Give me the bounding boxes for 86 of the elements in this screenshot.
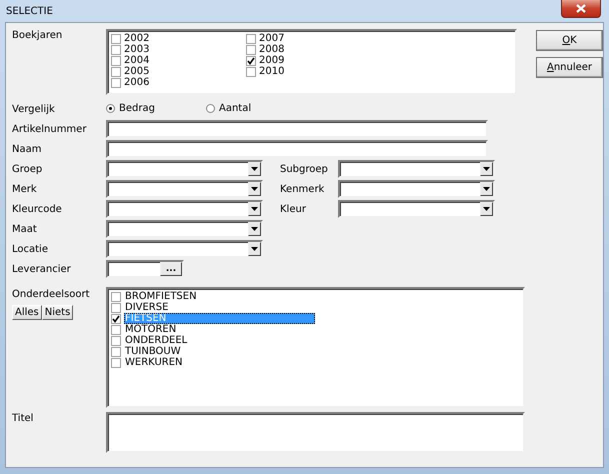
field-label: Onderdeelsoort bbox=[12, 289, 91, 300]
caret-icon bbox=[251, 167, 258, 171]
checkbox[interactable] bbox=[111, 44, 121, 54]
caret-icon bbox=[251, 187, 258, 191]
checkbox[interactable] bbox=[246, 44, 256, 54]
dropdown-button[interactable] bbox=[248, 182, 261, 196]
field-label: Locatie bbox=[12, 243, 49, 255]
select-button[interactable]: Niets bbox=[42, 305, 74, 320]
field-label: Kleurcode bbox=[12, 203, 63, 215]
category-label[interactable]: DIVERSE bbox=[124, 302, 168, 313]
radio-label[interactable]: Aantal bbox=[219, 103, 252, 114]
caret-icon bbox=[251, 247, 258, 251]
category-label[interactable]: ONDERDEEL bbox=[124, 335, 188, 346]
year-label[interactable]: 2005 bbox=[124, 66, 150, 77]
category-label[interactable]: MOTOREN bbox=[124, 324, 176, 335]
checkbox[interactable] bbox=[111, 302, 121, 312]
checkbox[interactable] bbox=[111, 324, 121, 334]
checkbox[interactable] bbox=[111, 34, 121, 44]
dropdown-field[interactable] bbox=[106, 200, 263, 218]
field-label: Boekjaren bbox=[12, 29, 64, 41]
checkbox[interactable] bbox=[111, 56, 121, 66]
radio-button[interactable] bbox=[106, 104, 115, 113]
lookup-field[interactable]: ... bbox=[106, 260, 184, 278]
title-field[interactable] bbox=[106, 412, 525, 453]
cancel-button[interactable]: Annuleer bbox=[536, 57, 603, 78]
dropdown-field[interactable] bbox=[106, 220, 263, 238]
checkbox[interactable] bbox=[111, 66, 121, 76]
field-label: Titel bbox=[12, 412, 34, 424]
year-label[interactable]: 2008 bbox=[259, 44, 284, 55]
dropdown-button[interactable] bbox=[248, 202, 261, 216]
browse-button[interactable]: ... bbox=[160, 262, 182, 276]
category-label[interactable]: TUINBOUW bbox=[124, 346, 181, 357]
window-title: SELECTIE bbox=[5, 6, 53, 16]
dropdown-button[interactable] bbox=[480, 182, 493, 196]
year-label[interactable]: 2009 bbox=[259, 55, 284, 66]
dropdown-field[interactable] bbox=[338, 160, 495, 178]
checkbox[interactable] bbox=[111, 78, 121, 88]
field-label: Groep bbox=[12, 163, 44, 175]
text-field[interactable] bbox=[106, 140, 488, 158]
caret-icon bbox=[483, 187, 490, 191]
year-label[interactable]: 2007 bbox=[259, 33, 284, 44]
checkbox[interactable] bbox=[111, 336, 121, 346]
dropdown-field[interactable] bbox=[106, 240, 263, 258]
year-label[interactable]: 2002 bbox=[124, 33, 150, 44]
text-field[interactable] bbox=[106, 120, 488, 138]
field-label: Subgroep bbox=[279, 163, 329, 175]
field-label: Kleur bbox=[279, 203, 307, 215]
checkbox[interactable] bbox=[246, 66, 256, 76]
checkbox[interactable] bbox=[111, 358, 121, 368]
dropdown-button[interactable] bbox=[480, 162, 493, 176]
field-label: Merk bbox=[12, 183, 38, 195]
caret-icon bbox=[483, 167, 490, 171]
field-label: Kenmerk bbox=[279, 183, 326, 195]
caret-icon bbox=[251, 207, 258, 211]
radio-label[interactable]: Bedrag bbox=[119, 103, 155, 114]
year-label[interactable]: 2010 bbox=[259, 66, 284, 77]
checkbox[interactable] bbox=[111, 314, 121, 324]
field-label: Naam bbox=[12, 143, 42, 155]
dropdown-field[interactable] bbox=[106, 160, 263, 178]
dropdown-field[interactable] bbox=[338, 180, 495, 198]
checkbox[interactable] bbox=[246, 34, 256, 44]
dropdown-field[interactable] bbox=[106, 180, 263, 198]
field-label: Artikelnummer bbox=[12, 123, 88, 135]
close-button[interactable] bbox=[561, 0, 601, 18]
dropdown-button[interactable] bbox=[248, 242, 261, 256]
ok-button[interactable]: OK bbox=[536, 30, 603, 51]
checkbox[interactable] bbox=[246, 56, 256, 66]
radio-button[interactable] bbox=[206, 104, 215, 113]
checkbox[interactable] bbox=[111, 292, 121, 302]
caret-icon bbox=[483, 207, 490, 211]
field-label: Maat bbox=[12, 223, 38, 235]
dropdown-button[interactable] bbox=[248, 162, 261, 176]
category-label[interactable]: WERKUREN bbox=[124, 357, 183, 368]
field-label: Leverancier bbox=[12, 263, 72, 275]
dropdown-button[interactable] bbox=[480, 202, 493, 216]
year-label[interactable]: 2004 bbox=[124, 55, 150, 66]
year-label[interactable]: 2006 bbox=[124, 77, 150, 88]
year-label[interactable]: 2003 bbox=[124, 44, 150, 55]
select-button[interactable]: Alles bbox=[12, 305, 42, 320]
checkbox[interactable] bbox=[111, 346, 121, 356]
close-icon bbox=[576, 4, 586, 13]
dropdown-button[interactable] bbox=[248, 222, 261, 236]
caret-icon bbox=[251, 227, 258, 231]
category-label[interactable]: BROMFIETSEN bbox=[124, 291, 197, 302]
field-label: Vergelijk bbox=[12, 103, 56, 115]
dropdown-field[interactable] bbox=[338, 200, 495, 218]
